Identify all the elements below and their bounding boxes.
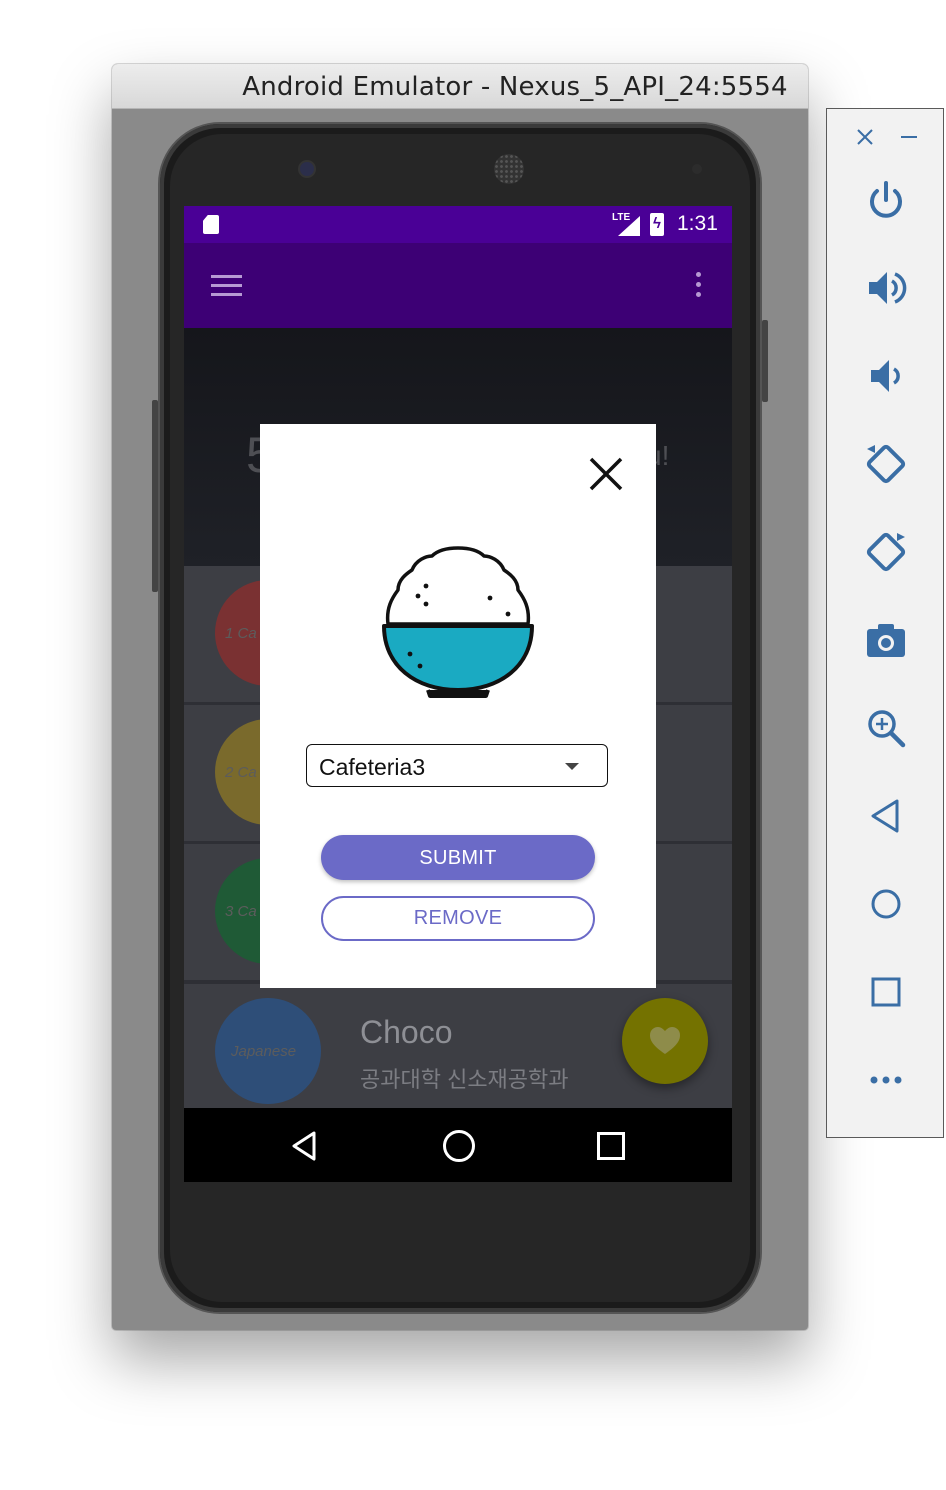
rice-bowl-icon (382, 546, 534, 698)
device-screen: LTE ϟ 1:31 5 u! 1 Ca (184, 206, 732, 1182)
window-titlebar[interactable]: Android Emulator - Nexus_5_API_24:5554 (112, 64, 808, 109)
heart-icon (650, 1027, 680, 1054)
emulator-window: Android Emulator - Nexus_5_API_24:5554 L… (112, 64, 808, 1330)
dropdown-arrow-icon (565, 763, 579, 770)
rotate-left-icon[interactable] (861, 439, 911, 489)
proximity-sensor (692, 164, 702, 174)
cuisine-badge: Japanese (215, 998, 321, 1104)
sd-card-icon (203, 215, 219, 234)
minimize-icon[interactable] (885, 113, 933, 161)
lte-signal-icon: LTE (612, 212, 640, 236)
home-icon[interactable] (861, 879, 911, 929)
nav-home-icon[interactable] (443, 1130, 475, 1162)
power-icon[interactable] (861, 175, 911, 225)
overview-icon[interactable] (861, 967, 911, 1017)
cafeteria-dropdown-value: Cafeteria3 (319, 754, 426, 780)
favorite-button[interactable] (622, 998, 708, 1084)
back-icon[interactable] (861, 791, 911, 841)
emulator-toolbar (826, 108, 944, 1138)
front-camera (300, 162, 314, 176)
phone-volume-button (152, 400, 158, 592)
zoom-icon[interactable] (861, 703, 911, 753)
list-item-title: Choco (360, 1014, 453, 1050)
cafeteria-dialog: Cafeteria3 SUBMIT REMOVE (260, 424, 656, 988)
battery-charging-icon: ϟ (650, 213, 664, 236)
remove-button[interactable]: REMOVE (321, 896, 595, 941)
phone-side-button (762, 320, 768, 402)
camera-icon[interactable] (861, 615, 911, 665)
close-icon[interactable] (588, 456, 624, 492)
overflow-menu-icon[interactable] (694, 272, 702, 300)
system-nav-bar (184, 1108, 732, 1182)
phone-frame: LTE ϟ 1:31 5 u! 1 Ca (152, 124, 768, 1312)
list-item-subtitle: 공과대학 신소재공학과 (360, 1067, 569, 1092)
submit-button[interactable]: SUBMIT (321, 835, 595, 880)
status-bar: LTE ϟ 1:31 (184, 206, 732, 243)
app-toolbar (184, 243, 732, 328)
window-title: Android Emulator - Nexus_5_API_24:5554 (242, 72, 788, 102)
nav-recents-icon[interactable] (597, 1132, 625, 1160)
earpiece-speaker (494, 154, 524, 184)
nav-back-icon[interactable] (290, 1130, 320, 1162)
volume-up-icon[interactable] (861, 263, 911, 313)
network-type: LTE (612, 212, 631, 223)
volume-down-icon[interactable] (861, 351, 911, 401)
more-icon[interactable] (861, 1055, 911, 1105)
rotate-right-icon[interactable] (861, 527, 911, 577)
close-icon[interactable] (841, 113, 889, 161)
cafeteria-dropdown[interactable]: Cafeteria3 (306, 744, 608, 787)
status-clock: 1:31 (677, 212, 718, 235)
menu-icon[interactable] (211, 275, 242, 297)
